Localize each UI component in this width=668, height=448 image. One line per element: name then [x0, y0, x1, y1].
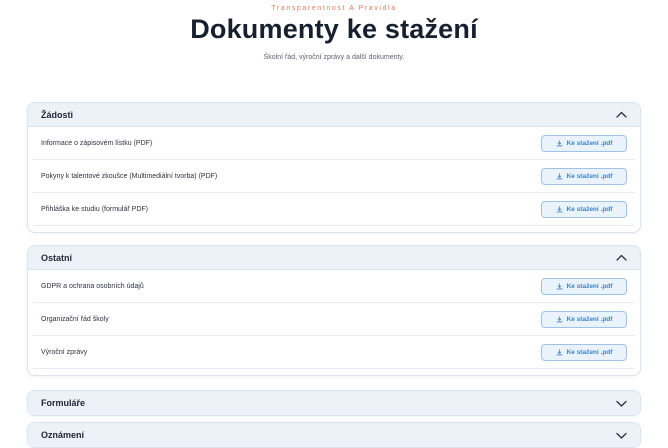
download-button-label: Ke stažení .pdf	[566, 139, 613, 147]
download-icon	[556, 282, 563, 289]
download-button[interactable]: Ke stažení .pdf	[541, 277, 627, 295]
document-name: Informace o zápisovém lístku (PDF)	[41, 139, 153, 147]
accordion-header-oznameni[interactable]: Oznámení	[28, 423, 640, 447]
document-name: GDPR a ochrana osobních údajů	[41, 282, 144, 290]
accordion-title: Žádosti	[41, 109, 74, 120]
accordion-header-formulare[interactable]: Formuláře	[28, 391, 640, 415]
accordion-zadosti: Žádosti Informace o zápisovém lístku (PD…	[27, 102, 641, 233]
document-row: Informace o zápisovém lístku (PDF) Ke st…	[33, 127, 635, 160]
page: Transparentnost A Pravidla Dokumenty ke …	[0, 0, 668, 448]
accordion-body-ostatni: GDPR a ochrana osobních údajů Ke stažení…	[28, 270, 640, 375]
document-name: Přihláška ke studiu (formulář PDF)	[41, 205, 148, 213]
accordion-title: Ostatní	[41, 252, 73, 263]
download-button[interactable]: Ke stažení .pdf	[541, 134, 627, 152]
download-button[interactable]: Ke stažení .pdf	[541, 310, 627, 328]
download-icon	[556, 172, 563, 179]
accordion-title: Formuláře	[41, 398, 86, 408]
accordion-title: Oznámení	[41, 430, 85, 440]
page-title: Dokumenty ke stažení	[190, 14, 478, 44]
chevron-up-icon[interactable]	[615, 109, 627, 121]
accordion-ostatni: Ostatní GDPR a ochrana osobních údajů Ke…	[27, 245, 641, 376]
download-button-label: Ke stažení .pdf	[566, 172, 613, 180]
accordion-header-ostatni[interactable]: Ostatní	[28, 246, 640, 270]
accordion-formulare: Formuláře	[27, 390, 641, 416]
download-button-label: Ke stažení .pdf	[566, 282, 613, 290]
accordion-body-zadosti: Informace o zápisovém lístku (PDF) Ke st…	[28, 127, 640, 232]
download-button[interactable]: Ke stažení .pdf	[541, 200, 627, 218]
download-icon	[556, 315, 563, 322]
document-row: GDPR a ochrana osobních údajů Ke stažení…	[33, 270, 635, 303]
accordion-header-zadosti[interactable]: Žádosti	[28, 103, 640, 127]
page-eyebrow: Transparentnost A Pravidla	[271, 5, 397, 12]
document-name: Organizační řád školy	[41, 315, 109, 323]
document-name: Pokyny k talentové zkoušce (Multimediáln…	[41, 172, 218, 180]
chevron-up-icon[interactable]	[615, 252, 627, 264]
page-subtitle: Školní řád, výroční zprávy a další dokum…	[263, 54, 405, 61]
document-row: Přihláška ke studiu (formulář PDF) Ke st…	[33, 193, 635, 226]
chevron-down-icon[interactable]	[615, 397, 627, 409]
download-icon	[556, 139, 563, 146]
download-button-label: Ke stažení .pdf	[566, 348, 613, 356]
download-icon	[556, 205, 563, 212]
download-button[interactable]: Ke stažení .pdf	[541, 343, 627, 361]
download-button-label: Ke stažení .pdf	[566, 205, 613, 213]
document-name: Výroční zprávy	[41, 348, 88, 356]
document-row: Pokyny k talentové zkoušce (Multimediáln…	[33, 160, 635, 193]
chevron-down-icon[interactable]	[615, 429, 627, 441]
download-button-label: Ke stažení .pdf	[566, 315, 613, 323]
download-button[interactable]: Ke stažení .pdf	[541, 167, 627, 185]
document-row: Organizační řád školy Ke stažení .pdf	[33, 303, 635, 336]
accordion-oznameni: Oznámení	[27, 422, 641, 448]
document-row: Výroční zprávy Ke stažení .pdf	[33, 336, 635, 369]
download-icon	[556, 348, 563, 355]
